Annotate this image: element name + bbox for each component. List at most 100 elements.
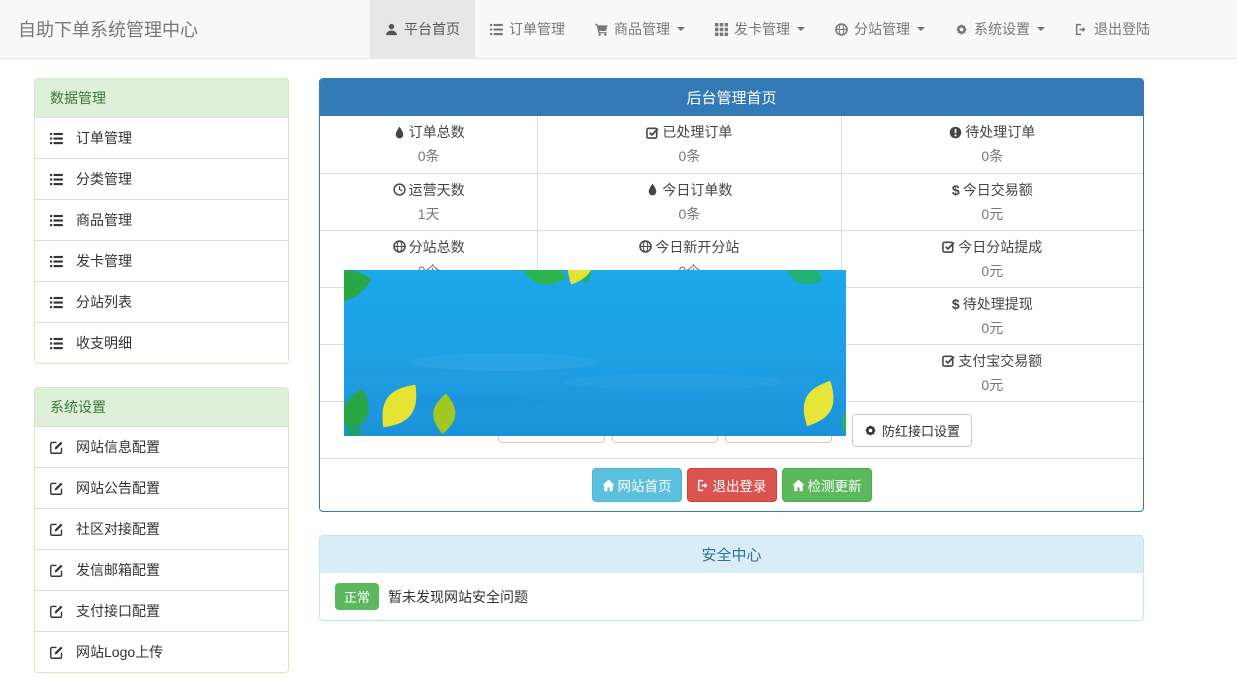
stat-value: 0条 [538,204,840,224]
nav-item-3[interactable]: 发卡管理 [700,0,820,58]
list-icon [50,337,63,350]
navbar-menu: 平台首页 订单管理 商品管理 发卡管理 分站管理 系统设置 退出登陆 [370,0,1165,58]
anti-red-settings-label: 防红接口设置 [882,421,960,440]
stat-label: 订单总数 [409,122,465,142]
promo-image [344,270,846,436]
stat-label: 今日交易额 [963,180,1033,200]
sidebar-item[interactable]: 网站公告配置 [35,467,288,508]
nav-item-6[interactable]: 退出登陆 [1060,0,1165,58]
edit-icon [50,482,63,495]
app-title: 自助下单系统管理中心 [0,0,198,58]
list-icon [50,214,63,227]
main-content: 后台管理首页 订单总数 0条 已处理订单 0条 待处理订单 0条 运营天 [319,78,1144,687]
stat-value: 1天 [320,204,537,224]
chevron-down-icon [917,27,925,31]
list-icon [50,296,63,309]
sidebar-item[interactable]: 收支明细 [35,322,288,363]
stat-label-row: 分站总数 [320,237,537,257]
stat-value: 0条 [842,146,1143,166]
stat-value: 0元 [842,375,1143,395]
stat-label-row: $待处理提现 [842,294,1143,314]
footer-button-1[interactable]: 退出登录 [687,468,777,502]
sidebar-item[interactable]: 社区对接配置 [35,508,288,549]
sidebar-item[interactable]: 分站列表 [35,281,288,322]
sidebar-item[interactable]: 分类管理 [35,158,288,199]
sidebar-panel-title: 系统设置 [35,388,288,426]
nav-item-2[interactable]: 商品管理 [580,0,700,58]
sidebar-item-label: 网站Logo上传 [76,642,163,662]
dollar-icon: $ [952,183,960,197]
nav-item-4[interactable]: 分站管理 [820,0,940,58]
sidebar-item[interactable]: 发信邮箱配置 [35,549,288,590]
edit-icon [50,646,63,659]
sidebar-item[interactable]: 网站Logo上传 [35,631,288,672]
list-icon [490,23,503,36]
grid-icon [715,23,728,36]
footer-button-label: 网站首页 [618,475,672,495]
stat-label: 分站总数 [409,237,465,257]
exclamation-icon [949,126,962,139]
nav-item-0[interactable]: 平台首页 [370,0,475,58]
sidebar-item[interactable]: 订单管理 [35,117,288,158]
security-panel-title: 安全中心 [320,536,1143,573]
stat-label: 今日订单数 [662,180,732,200]
tint-icon [393,126,406,139]
stat-cell: 支付宝交易额 0元 [841,344,1143,401]
security-status-row: 正常 暂未发现网站安全问题 [320,573,1143,620]
footer-button-2[interactable]: 检测更新 [782,468,872,502]
home-icon [792,479,805,492]
cart-icon [595,23,608,36]
user-icon [385,23,398,36]
nav-item-5[interactable]: 系统设置 [940,0,1060,58]
sidebar-panel-0: 数据管理 订单管理 分类管理 商品管理 发卡管理 分站列表 [34,78,289,364]
footer-button-label: 退出登录 [713,475,767,495]
stat-value: 0条 [538,146,840,166]
edit-icon [50,564,63,577]
stats-row: 运营天数 1天 今日订单数 0条 $今日交易额 0元 [320,173,1143,230]
stat-label: 待处理提现 [963,294,1033,314]
stat-cell: $待处理提现 0元 [841,287,1143,344]
checksquare-icon [942,354,955,367]
edit-icon [50,523,63,536]
footer-button-label: 检测更新 [808,475,862,495]
checksquare-icon [646,126,659,139]
sidebar-item[interactable]: 网站信息配置 [35,426,288,467]
stat-cell: 待处理订单 0条 [841,116,1143,173]
footer-button-0[interactable]: 网站首页 [592,468,682,502]
stat-cell: 订单总数 0条 [320,116,538,173]
sidebar-item[interactable]: 发卡管理 [35,240,288,281]
stat-cell: 运营天数 1天 [320,173,538,230]
signout-icon [1075,23,1088,36]
stats-row: 订单总数 0条 已处理订单 0条 待处理订单 0条 [320,116,1143,173]
globe-icon [835,23,848,36]
chevron-down-icon [1037,27,1045,31]
checksquare-icon [942,240,955,253]
chevron-down-icon [677,27,685,31]
nav-item-1[interactable]: 订单管理 [475,0,580,58]
nav-item-label: 平台首页 [404,19,460,39]
tint-icon [646,183,659,196]
security-message: 暂未发现网站安全问题 [388,587,528,607]
sidebar-item[interactable]: 支付接口配置 [35,590,288,631]
sidebar-item[interactable]: 商品管理 [35,199,288,240]
stat-cell: 今日分站提成 0元 [841,230,1143,287]
gear-icon [864,424,877,437]
sidebar-item-label: 商品管理 [76,210,132,230]
sidebar-item-label: 分站列表 [76,292,132,312]
anti-red-settings-button[interactable]: 防红接口设置 [852,414,972,447]
page-content: 数据管理 订单管理 分类管理 商品管理 发卡管理 分站列表 [0,59,1237,687]
sidebar-item-label: 社区对接配置 [76,519,160,539]
stat-label-row: 今日订单数 [538,180,840,200]
stat-label-row: 运营天数 [320,180,537,200]
dashboard-panel-title: 后台管理首页 [320,79,1143,116]
sidebar-item-label: 发信邮箱配置 [76,560,160,580]
status-badge: 正常 [335,583,379,610]
sidebar: 数据管理 订单管理 分类管理 商品管理 发卡管理 分站列表 [34,78,289,687]
top-navbar: 自助下单系统管理中心 平台首页 订单管理 商品管理 发卡管理 分站管理 系统设置… [0,0,1237,59]
stat-label-row: 已处理订单 [538,122,840,142]
stat-value: 0元 [842,204,1143,224]
sidebar-panel-1: 系统设置 网站信息配置 网站公告配置 社区对接配置 发信邮箱配置 支付接口配置 [34,387,289,673]
nav-item-label: 系统设置 [974,19,1030,39]
signout-icon [697,479,710,492]
stat-label-row: 支付宝交易额 [842,351,1143,371]
